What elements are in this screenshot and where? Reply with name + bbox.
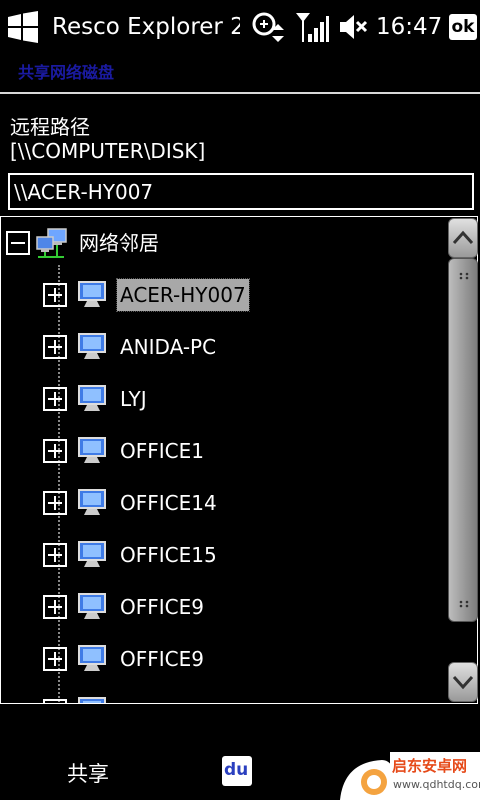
du-logo-text: du <box>224 760 249 780</box>
computer-icon <box>78 541 106 567</box>
computer-icon <box>78 385 106 411</box>
scroll-up-button[interactable] <box>448 218 478 258</box>
chevron-up-icon <box>452 230 474 245</box>
chevron-down-icon <box>452 675 474 690</box>
volume-muted-icon <box>340 15 368 39</box>
expand-icon[interactable] <box>43 699 67 703</box>
computer-icon <box>78 437 106 463</box>
remote-path-label: 远程路径 <box>10 115 90 139</box>
watermark-title: 启东安卓网 <box>392 757 468 775</box>
computer-icon <box>78 281 106 307</box>
tree-item-partial[interactable] <box>43 691 111 703</box>
tree-root[interactable]: 网络邻居 <box>6 223 162 263</box>
scroll-down-button[interactable] <box>448 662 478 702</box>
tree-item[interactable]: ANIDA-PC <box>43 327 219 367</box>
tree-item[interactable]: OFFICE9 <box>43 587 207 627</box>
expand-icon[interactable] <box>43 283 67 307</box>
computer-icon <box>78 645 106 671</box>
share-softkey[interactable]: 共享 <box>67 760 109 788</box>
tree-item[interactable]: OFFICE1 <box>43 431 207 471</box>
tree-item-label: OFFICE1 <box>120 439 204 463</box>
status-bar: Resco Explorer 20 16:47 ok <box>0 0 480 54</box>
network-icon <box>36 228 67 258</box>
tree-root-label: 网络邻居 <box>79 231 159 255</box>
scroll-thumb[interactable] <box>448 258 478 622</box>
tree-scrollbar[interactable] <box>448 218 478 702</box>
expand-icon[interactable] <box>43 491 67 515</box>
app-title: Resco Explorer 20 <box>52 14 240 40</box>
grip-icon <box>459 272 469 280</box>
expand-icon[interactable] <box>43 595 67 619</box>
clock: 16:47 <box>376 14 443 40</box>
sync-icon <box>252 12 284 42</box>
baidu-du-icon[interactable]: du <box>222 756 252 786</box>
tree-item[interactable]: OFFICE9 <box>43 639 207 679</box>
expand-icon[interactable] <box>43 439 67 463</box>
computer-icon <box>78 593 106 619</box>
computer-icon <box>78 489 106 515</box>
page-title: 共享网络磁盘 <box>18 63 115 82</box>
header-divider <box>0 92 480 94</box>
tree-item-label: OFFICE15 <box>120 543 217 567</box>
tree-item-label: OFFICE9 <box>120 647 204 671</box>
tree-item-label: OFFICE14 <box>120 491 217 515</box>
computer-icon <box>78 697 106 703</box>
ok-button[interactable]: ok <box>449 14 477 40</box>
tree-item[interactable]: ACER-HY007 <box>43 275 250 315</box>
expand-icon[interactable] <box>43 387 67 411</box>
collapse-icon[interactable] <box>6 231 30 255</box>
remote-path-hint: [\\COMPUTER\DISK] <box>10 139 206 163</box>
expand-icon[interactable] <box>43 335 67 359</box>
grip-icon <box>459 600 469 608</box>
remote-path-input[interactable] <box>8 173 474 210</box>
computer-icon <box>78 333 106 359</box>
expand-icon[interactable] <box>43 543 67 567</box>
tree-item-label: LYJ <box>120 387 147 411</box>
tree-item[interactable]: OFFICE14 <box>43 483 220 523</box>
signal-icon <box>296 13 329 42</box>
expand-icon[interactable] <box>43 647 67 671</box>
tree-item-label: ACER-HY007 <box>116 278 250 312</box>
tree-item[interactable]: OFFICE15 <box>43 535 220 575</box>
network-tree[interactable]: 网络邻居 ACER-HY007 ANIDA-PC LYJ OFFICE1 OFF… <box>0 216 478 704</box>
watermark-url: www.qdhtdq.com <box>393 778 480 791</box>
tree-item-label: OFFICE9 <box>120 595 204 619</box>
windows-logo-icon[interactable] <box>6 10 40 44</box>
tree-item-label: ANIDA-PC <box>120 335 217 359</box>
tree-item[interactable]: LYJ <box>43 379 150 419</box>
